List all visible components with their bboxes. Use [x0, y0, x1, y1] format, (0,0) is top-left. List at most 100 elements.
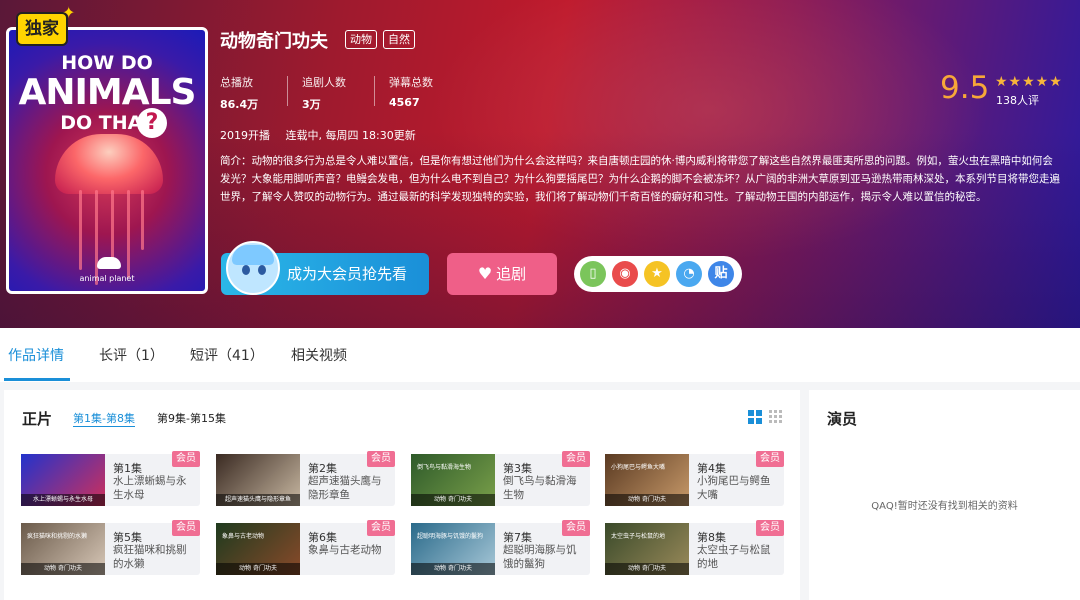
- hero-banner: HOW DO ANIMALS DO THAT ? animal planet 独…: [0, 0, 1080, 328]
- phone-icon[interactable]: ▯: [580, 261, 606, 287]
- cast-empty-message: QAQ!暂时还没有找到相关的资料: [871, 501, 1018, 512]
- stat-value: 4567: [389, 96, 420, 109]
- grid-view-icon[interactable]: [748, 410, 762, 424]
- qzone-icon[interactable]: ★: [644, 261, 670, 287]
- mascot-icon: [226, 241, 280, 295]
- tag-nature[interactable]: 自然: [383, 30, 415, 49]
- tab-details[interactable]: 作品详情: [8, 345, 64, 365]
- cast-panel: 演员 QAQ!暂时还没有找到相关的资料: [809, 390, 1080, 600]
- episode-name: 疯狂猫咪和挑剔的水獭: [113, 544, 187, 570]
- episode-thumb-caption: 超聪明海豚与饥饿的鬣狗: [417, 533, 484, 540]
- cast-title: 演员: [827, 410, 858, 428]
- stat-label: 总播放: [220, 76, 253, 89]
- rating-count: 138人评: [996, 94, 1039, 107]
- vip-badge: 会员: [172, 451, 200, 467]
- divider: [374, 76, 375, 106]
- vip-badge: 会员: [756, 451, 784, 467]
- episode-card[interactable]: 水上漂蜥蜴与永生水母 第1集 水上漂蜥蜴与永生水母 会员: [21, 451, 200, 506]
- episode-card[interactable]: 象鼻与古老动物 动物 奇门功夫 第6集 象鼻与古老动物 会员: [216, 520, 395, 575]
- stat-total-plays: 总播放 86.4万: [220, 74, 258, 112]
- tag-animal[interactable]: 动物: [345, 30, 377, 49]
- animal-planet-logo-icon: [97, 257, 121, 269]
- tab-bar: 作品详情 长评（1） 短评（41） 相关视频: [0, 328, 1080, 382]
- mascot-hair: [232, 245, 274, 265]
- episode-card[interactable]: 超聪明海豚与饥饿的鬣狗 动物 奇门功夫 第7集 超聪明海豚与饥饿的鬣狗 会员: [411, 520, 590, 575]
- premiere-year: 2019开播: [220, 129, 270, 142]
- episode-card[interactable]: 太空虫子与松鼠的地 动物 奇门功夫 第8集 太空虫子与松鼠的地 会员: [605, 520, 784, 575]
- stat-label: 弹幕总数: [389, 76, 433, 89]
- vip-badge: 会员: [367, 520, 395, 536]
- episodes-panel: 正片 第1集-第8集 第9集-第15集 水上漂蜥蜴与永生水母 第1集 水上漂蜥蜴…: [4, 390, 800, 600]
- episode-thumbnail: 倒飞鸟与黏滑海生物 动物 奇门功夫: [411, 454, 495, 506]
- poster-brand: animal planet: [79, 274, 135, 283]
- stat-danmaku: 弹幕总数 4567: [389, 74, 433, 109]
- sparkle-icon: ✦: [62, 3, 76, 22]
- tentacle: [141, 190, 144, 250]
- stat-value: 86.4万: [220, 98, 259, 111]
- vip-badge: 会员: [562, 520, 590, 536]
- episode-name: 水上漂蜥蜴与永生水母: [113, 475, 187, 501]
- episode-name: 超聪明海豚与饥饿的鬣狗: [503, 544, 577, 570]
- mascot-eye: [258, 265, 266, 275]
- episode-card[interactable]: 超声速猫头鹰与隐形章鱼 第2集 超声速猫头鹰与隐形章鱼 会员: [216, 451, 395, 506]
- rating-score: 9.5: [940, 70, 990, 106]
- episode-thumbnail: 超聪明海豚与饥饿的鬣狗 动物 奇门功夫: [411, 523, 495, 575]
- episode-card[interactable]: 倒飞鸟与黏滑海生物 动物 奇门功夫 第3集 倒飞鸟与黏滑海生物 会员: [411, 451, 590, 506]
- episode-thumbnail: 小狗尾巴与鳄鱼大嘴 动物 奇门功夫: [605, 454, 689, 506]
- episode-thumb-caption: 太空虫子与松鼠的地: [611, 533, 666, 540]
- episode-name: 超声速猫头鹰与隐形章鱼: [308, 475, 382, 501]
- share-bar: ▯ ◉ ★ ◔ 贴: [574, 256, 742, 292]
- episode-thumb-caption: 小狗尾巴与鳄鱼大嘴: [611, 464, 666, 471]
- episode-thumb-brand: 动物 奇门功夫: [605, 494, 689, 506]
- episode-thumb-brand: 动物 奇门功夫: [216, 563, 300, 575]
- episode-name: 象鼻与古老动物: [308, 544, 382, 556]
- episode-thumb-caption: 水上漂蜥蜴与永生水母: [21, 494, 105, 506]
- episode-thumbnail: 象鼻与古老动物 动物 奇门功夫: [216, 523, 300, 575]
- rating-stars-icon: ★★★★★: [995, 74, 1063, 90]
- weibo-icon[interactable]: ◉: [612, 261, 638, 287]
- update-schedule: 连载中, 每周四 18:30更新: [285, 129, 416, 142]
- divider: [287, 76, 288, 106]
- air-info: 2019开播 连载中, 每周四 18:30更新: [220, 127, 416, 143]
- poster-line-1: HOW DO: [61, 52, 153, 74]
- stat-followers: 追剧人数 3万: [302, 74, 346, 112]
- episode-name: 小狗尾巴与鳄鱼大嘴: [697, 475, 771, 501]
- episode-thumb-caption: 超声速猫头鹰与隐形章鱼: [216, 494, 300, 506]
- episode-thumbnail: 太空虫子与松鼠的地 动物 奇门功夫: [605, 523, 689, 575]
- poster-question-icon: ?: [137, 108, 167, 138]
- episode-thumb-brand: 动物 奇门功夫: [605, 563, 689, 575]
- heart-icon: ♥: [477, 264, 493, 283]
- poster-line-2: ANIMALS: [18, 72, 197, 113]
- episode-thumb-caption: 疯狂猫咪和挑剔的水獭: [27, 533, 88, 540]
- tab-related-videos[interactable]: 相关视频: [291, 345, 347, 365]
- episodes-title: 正片: [22, 410, 53, 428]
- episode-thumbnail: 超声速猫头鹰与隐形章鱼: [216, 454, 300, 506]
- poster[interactable]: HOW DO ANIMALS DO THAT ? animal planet: [6, 27, 208, 294]
- page-title: 动物奇门功夫: [220, 31, 328, 52]
- follow-button[interactable]: ♥ 追剧: [447, 253, 557, 295]
- range-tab-1[interactable]: 第1集-第8集: [73, 410, 135, 427]
- poster-line-3: DO THAT: [60, 112, 154, 134]
- tab-long-reviews[interactable]: 长评（1）: [99, 345, 164, 365]
- episode-thumbnail: 疯狂猫咪和挑剔的水獭 动物 奇门功夫: [21, 523, 105, 575]
- stat-value: 3万: [302, 98, 321, 111]
- vip-badge: 会员: [367, 451, 395, 467]
- episode-name: 太空虫子与松鼠的地: [697, 544, 771, 570]
- tieba-icon[interactable]: 贴: [708, 261, 734, 287]
- episode-card[interactable]: 疯狂猫咪和挑剔的水獭 动物 奇门功夫 第5集 疯狂猫咪和挑剔的水獭 会员: [21, 520, 200, 575]
- episode-thumb-brand: 动物 奇门功夫: [21, 563, 105, 575]
- episode-card[interactable]: 小狗尾巴与鳄鱼大嘴 动物 奇门功夫 第4集 小狗尾巴与鳄鱼大嘴 会员: [605, 451, 784, 506]
- mascot-eye: [242, 265, 250, 275]
- tentacle: [79, 190, 82, 270]
- follow-label: 追剧: [496, 265, 527, 283]
- vip-badge: 会员: [562, 451, 590, 467]
- tentacle: [127, 190, 130, 278]
- tab-short-reviews[interactable]: 短评（41）: [190, 345, 264, 365]
- tentacle: [111, 190, 114, 260]
- episode-thumb-caption: 象鼻与古老动物: [222, 533, 265, 540]
- exclusive-badge: 独家: [16, 12, 68, 46]
- range-tab-2[interactable]: 第9集-第15集: [157, 410, 226, 426]
- list-view-icon[interactable]: [769, 410, 783, 424]
- qq-icon[interactable]: ◔: [676, 261, 702, 287]
- episode-thumb-brand: 动物 奇门功夫: [411, 563, 495, 575]
